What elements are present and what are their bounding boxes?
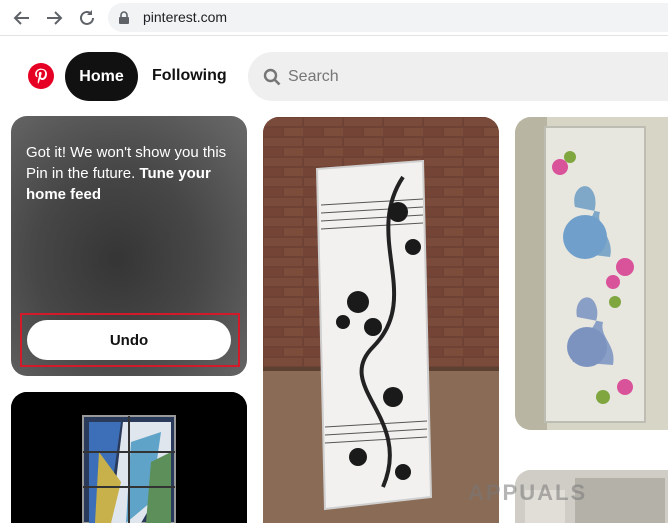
- undo-button[interactable]: Undo: [27, 320, 231, 360]
- reload-button[interactable]: [76, 7, 98, 29]
- home-tab[interactable]: Home: [65, 52, 138, 101]
- hidden-pin-message: Got it! We won't show you this Pin in th…: [26, 142, 231, 205]
- glass-door-pin[interactable]: [263, 117, 499, 523]
- address-bar[interactable]: pinterest.com: [108, 3, 668, 32]
- back-arrow-icon: [13, 11, 29, 25]
- swan-glass-pin[interactable]: [515, 117, 668, 430]
- url-text: pinterest.com: [143, 9, 228, 25]
- search-input[interactable]: [288, 64, 648, 90]
- browser-toolbar: pinterest.com: [0, 0, 668, 36]
- pinterest-logo-icon[interactable]: [28, 63, 54, 89]
- search-bar[interactable]: [248, 52, 668, 101]
- search-icon: [263, 68, 281, 86]
- reload-icon: [80, 10, 94, 25]
- swan-glass-image: [515, 117, 668, 430]
- stained-glass-image: [11, 392, 247, 523]
- forward-button[interactable]: [43, 7, 65, 29]
- watermark: APPUALS: [468, 480, 588, 505]
- lock-icon: [119, 11, 129, 24]
- forward-arrow-icon: [47, 11, 63, 25]
- stained-glass-pin[interactable]: [11, 392, 247, 523]
- back-button[interactable]: [11, 7, 33, 29]
- following-tab[interactable]: Following: [152, 67, 227, 85]
- glass-door-image: [263, 117, 499, 523]
